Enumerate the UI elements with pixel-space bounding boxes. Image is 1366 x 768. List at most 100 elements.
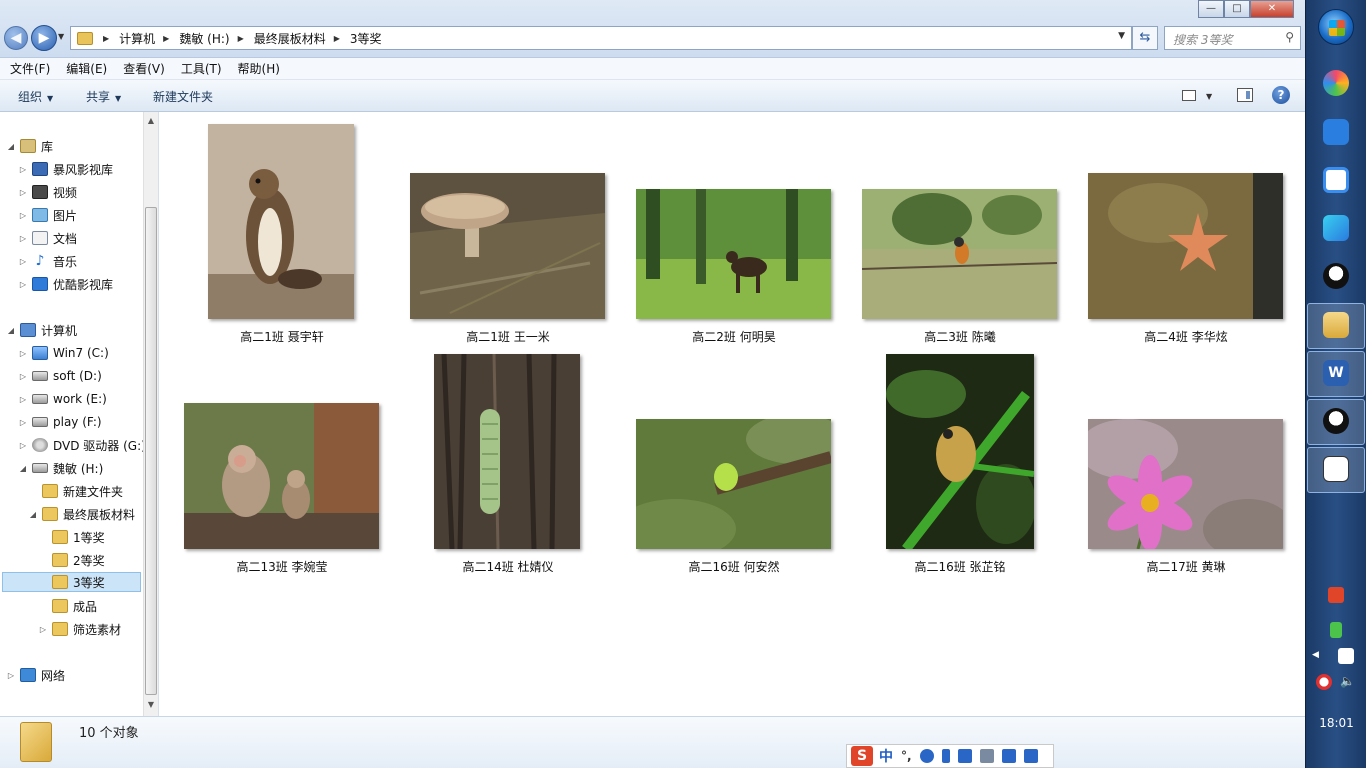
tree-first-prize[interactable]: 1等奖: [38, 527, 105, 547]
chevron-right-icon[interactable]: ▶: [103, 34, 109, 43]
share-button[interactable]: 共享 ▼: [86, 88, 121, 105]
collapse-icon[interactable]: ◢: [18, 464, 28, 473]
show-hidden-icons-chevron-icon[interactable]: ◀: [1312, 650, 1322, 666]
user-icon[interactable]: [979, 749, 994, 763]
address-bar[interactable]: ▶ 计算机 ▶ 魏敏 (H:) ▶ 最终展板材料 ▶ 3等奖 ▼: [70, 26, 1132, 50]
microphone-icon[interactable]: [941, 749, 950, 763]
tree-screening-materials[interactable]: ▷ 筛选素材: [38, 619, 121, 639]
document-taskbar-icon[interactable]: [1307, 447, 1365, 493]
tree-final-materials[interactable]: ◢ 最终展板材料: [28, 504, 135, 524]
input-mode-toggle[interactable]: 中: [879, 746, 893, 766]
skin-icon[interactable]: [1001, 749, 1016, 763]
browser-taskbar-icon[interactable]: [1319, 66, 1353, 100]
expand-icon[interactable]: ▷: [18, 349, 28, 358]
nav-scrollbar[interactable]: ▲ ▼: [143, 112, 158, 716]
organize-button[interactable]: 组织 ▼: [18, 88, 53, 105]
network-icon: [20, 668, 36, 682]
breadcrumb-third-prize[interactable]: 3等奖: [350, 30, 382, 47]
tree-third-prize[interactable]: 3等奖: [2, 572, 141, 592]
app-grid-taskbar-icon[interactable]: [1319, 115, 1353, 149]
tree-documents[interactable]: ▷ 文档: [18, 228, 77, 248]
change-view-button[interactable]: ▼: [1182, 88, 1212, 102]
tree-drive-c[interactable]: ▷ Win7 (C:): [18, 343, 109, 363]
menu-tools[interactable]: 工具(T): [181, 60, 222, 77]
tree-network[interactable]: ▷ 网络: [6, 665, 65, 685]
expand-icon[interactable]: ▷: [18, 188, 28, 197]
sogou-tray-icon[interactable]: [1328, 587, 1344, 603]
expand-icon[interactable]: ▷: [6, 671, 16, 680]
keyboard-icon[interactable]: [957, 749, 972, 763]
tree-second-prize[interactable]: 2等奖: [38, 550, 105, 570]
refresh-button[interactable]: ⇆: [1132, 26, 1158, 50]
scroll-up-icon[interactable]: ▲: [144, 116, 158, 125]
scroll-thumb[interactable]: [145, 207, 157, 695]
tree-youku-library[interactable]: ▷ 优酷影视库: [18, 274, 113, 294]
tree-computer[interactable]: ◢ 计算机: [6, 320, 77, 340]
start-button[interactable]: [1318, 9, 1354, 45]
menu-help[interactable]: 帮助(H): [238, 60, 280, 77]
toolbox-grid-icon[interactable]: [1023, 749, 1038, 763]
expand-icon[interactable]: ▷: [18, 280, 28, 289]
new-folder-button[interactable]: 新建文件夹: [153, 88, 213, 105]
minimize-button[interactable]: —: [1198, 0, 1224, 18]
qq-taskbar-icon[interactable]: [1319, 259, 1353, 293]
collapse-icon[interactable]: ◢: [6, 326, 16, 335]
expand-icon[interactable]: ▷: [38, 625, 48, 634]
punctuation-toggle[interactable]: °,: [901, 749, 912, 763]
tree-drive-h[interactable]: ◢ 魏敏 (H:): [18, 458, 103, 478]
expand-icon[interactable]: ▷: [18, 234, 28, 243]
menu-edit[interactable]: 编辑(E): [66, 60, 107, 77]
cloud-drive-taskbar-icon[interactable]: [1319, 163, 1353, 197]
tree-drive-g[interactable]: ▷ DVD 驱动器 (G:): [18, 435, 146, 455]
help-button[interactable]: ?: [1272, 86, 1290, 104]
forward-button[interactable]: ▶: [31, 25, 57, 51]
tree-pictures[interactable]: ▷ 图片: [18, 205, 77, 225]
usb-device-icon[interactable]: [1330, 622, 1342, 638]
word-taskbar-icon[interactable]: W: [1307, 351, 1365, 397]
recent-pages-chevron-icon[interactable]: ▼: [58, 30, 68, 44]
expand-icon[interactable]: ▷: [18, 372, 28, 381]
volume-icon[interactable]: 🔈: [1340, 674, 1356, 690]
tree-libraries[interactable]: ◢ 库: [6, 136, 53, 156]
close-button[interactable]: ✕: [1250, 0, 1294, 18]
tree-videos[interactable]: ▷ 视频: [18, 182, 77, 202]
breadcrumb-drive-h[interactable]: 魏敏 (H:): [179, 30, 229, 47]
system-clock[interactable]: 18:01: [1306, 716, 1366, 730]
breadcrumb-computer[interactable]: 计算机: [119, 30, 155, 47]
expand-icon[interactable]: ▷: [18, 395, 28, 404]
expand-icon[interactable]: ▷: [18, 257, 28, 266]
scroll-down-icon[interactable]: ▼: [144, 700, 158, 709]
tree-finished[interactable]: 成品: [38, 596, 97, 616]
explorer-taskbar-icon[interactable]: [1307, 303, 1365, 349]
network-tray-icon[interactable]: [1338, 648, 1354, 664]
tree-music[interactable]: ▷ ♪ 音乐: [18, 251, 77, 271]
sogou-logo-icon[interactable]: S: [851, 746, 873, 766]
video-player-taskbar-icon[interactable]: [1319, 211, 1353, 245]
collapse-icon[interactable]: ◢: [28, 510, 38, 519]
chevron-right-icon[interactable]: ▶: [238, 34, 244, 43]
breadcrumb-final-materials[interactable]: 最终展板材料: [254, 30, 326, 47]
expand-icon[interactable]: ▷: [18, 441, 28, 450]
search-input[interactable]: 搜索 3等奖 ⚲: [1164, 26, 1301, 50]
tree-drive-d[interactable]: ▷ soft (D:): [18, 366, 102, 386]
menu-file[interactable]: 文件(F): [10, 60, 50, 77]
collapse-icon[interactable]: ◢: [6, 142, 16, 151]
tree-drive-e[interactable]: ▷ work (E:): [18, 389, 107, 409]
address-dropdown-icon[interactable]: ▼: [1118, 31, 1125, 41]
qq-chat-taskbar-icon[interactable]: [1307, 399, 1365, 445]
expand-icon[interactable]: ▷: [18, 211, 28, 220]
chevron-right-icon[interactable]: ▶: [163, 34, 169, 43]
expand-icon[interactable]: ▷: [18, 165, 28, 174]
preview-pane-button[interactable]: [1237, 88, 1253, 102]
tree-drive-f[interactable]: ▷ play (F:): [18, 412, 102, 432]
maximize-button[interactable]: □: [1224, 0, 1250, 18]
emoji-icon[interactable]: [919, 749, 934, 763]
back-button[interactable]: ◀: [4, 26, 28, 50]
tree-new-folder[interactable]: 新建文件夹: [28, 481, 123, 501]
chevron-right-icon[interactable]: ▶: [334, 34, 340, 43]
tree-baofeng-library[interactable]: ▷ 暴风影视库: [18, 159, 113, 179]
expand-icon[interactable]: ▷: [18, 418, 28, 427]
qq-tray-icon[interactable]: [1316, 674, 1332, 690]
menu-view[interactable]: 查看(V): [123, 60, 165, 77]
search-icon[interactable]: ⚲: [1285, 30, 1294, 44]
